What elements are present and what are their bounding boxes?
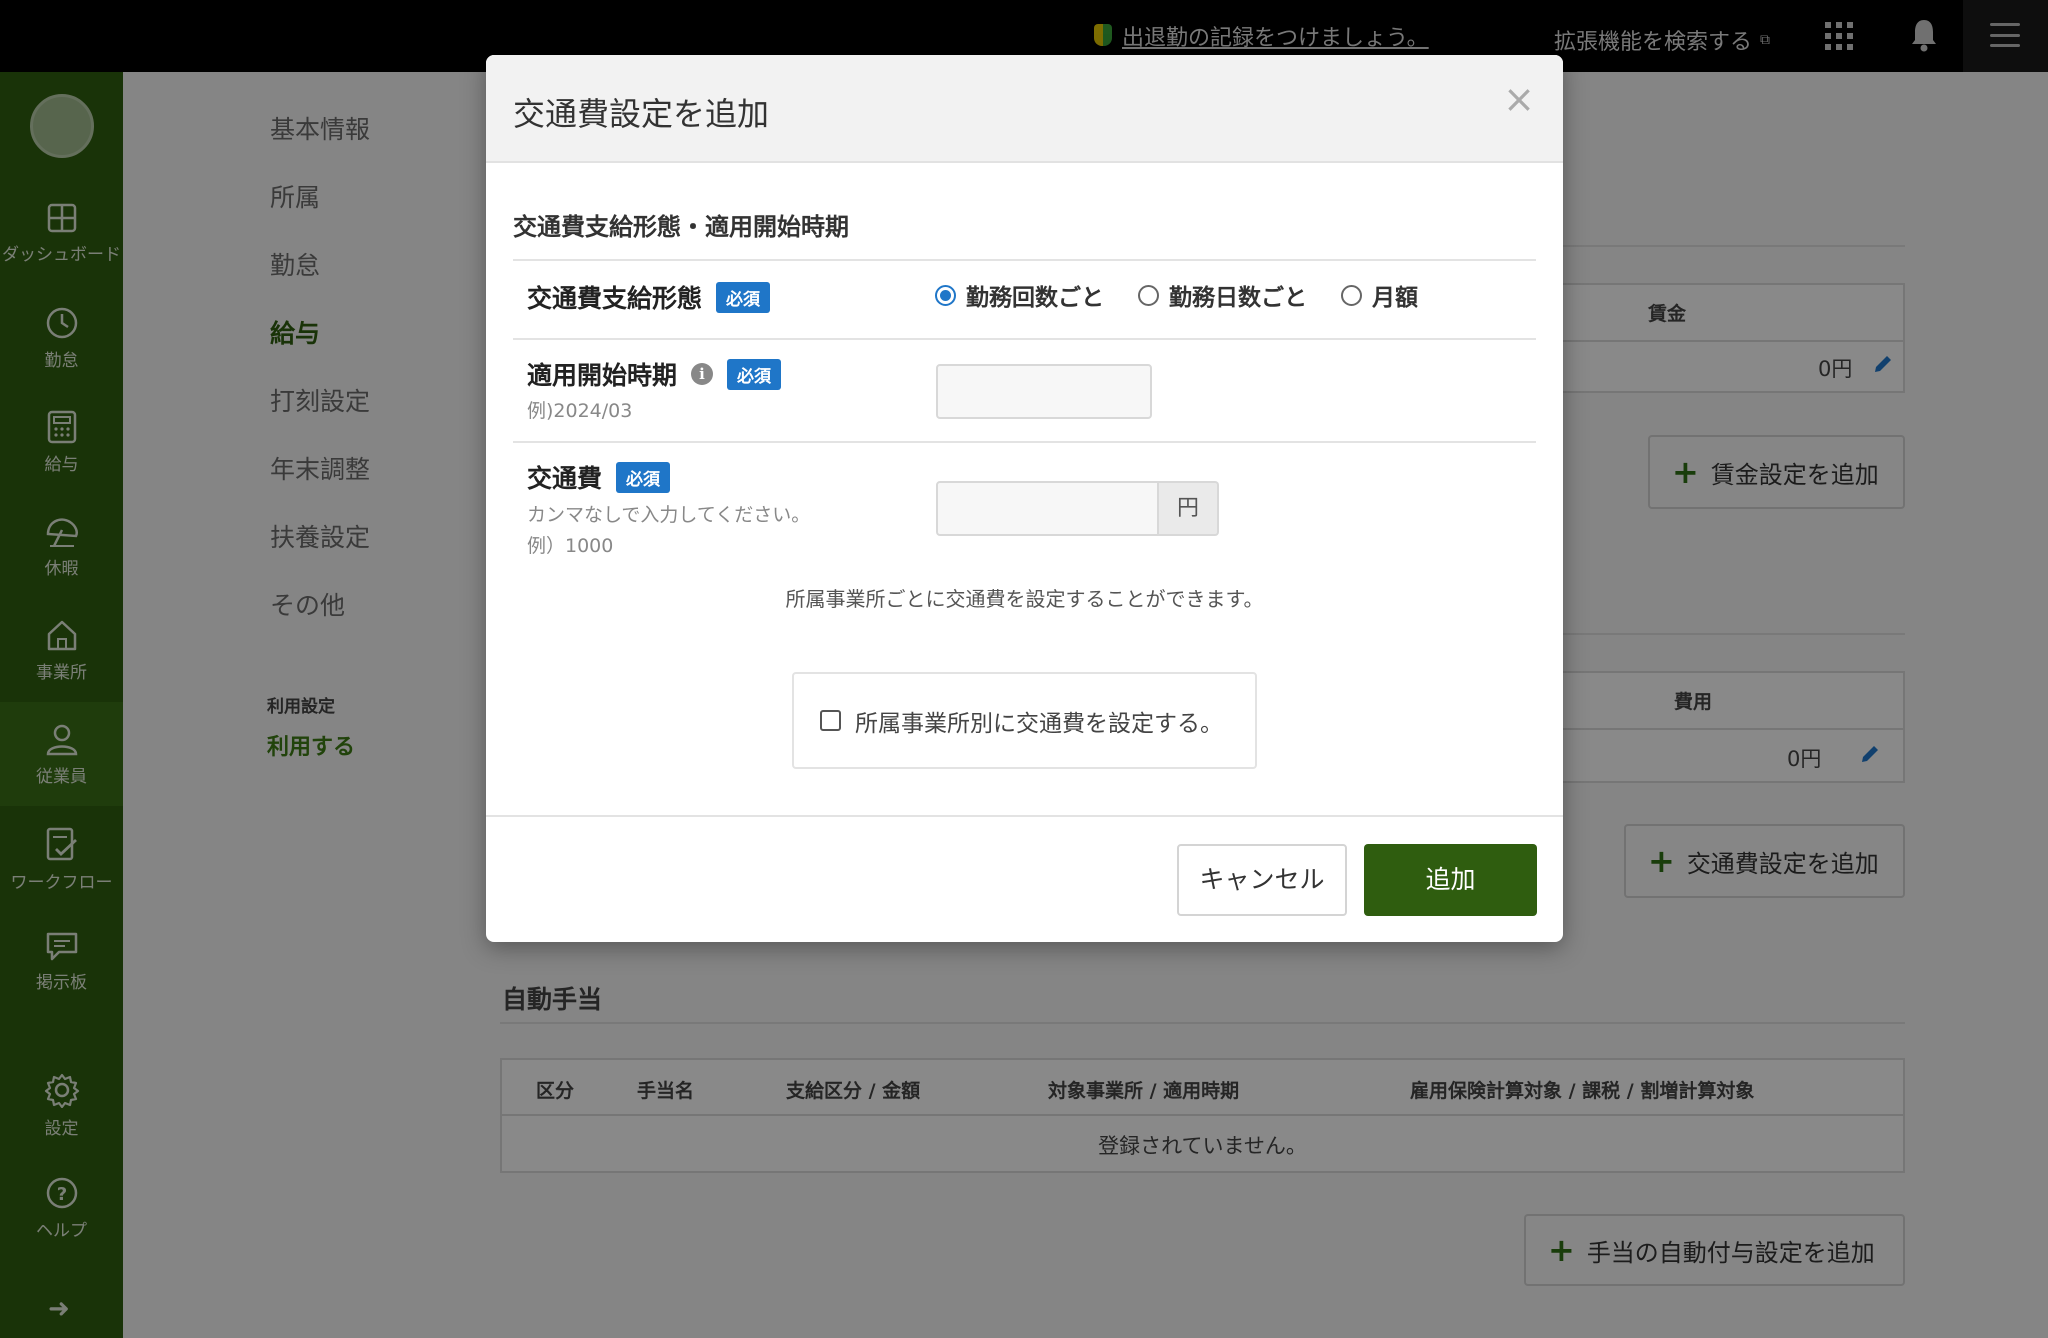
cost-hint-format: カンマなしで入力してください。 [527, 504, 811, 526]
radio-label: 勤務回数ごと [966, 285, 1104, 311]
modal-title: 交通費設定を追加 [513, 95, 770, 133]
radio-button[interactable] [1341, 284, 1362, 306]
start-period-input[interactable] [936, 364, 1152, 419]
required-badge: 必須 [716, 281, 771, 313]
radio-label: 勤務日数ごと [1169, 285, 1307, 311]
required-badge: 必須 [727, 358, 782, 390]
payment-type-radio-group: 勤務回数ごと 勤務日数ごと 月額 [935, 278, 1418, 312]
cost-hint-example: 例）1000 [527, 535, 614, 557]
office-note: 所属事業所ごとに交通費を設定することができます。 [785, 587, 1264, 611]
cancel-button[interactable]: キャンセル [1177, 844, 1347, 916]
yen-unit: 円 [1159, 481, 1219, 536]
cost-label-text: 交通費 [527, 464, 603, 493]
radio-per-workday[interactable]: 勤務日数ごと [1138, 278, 1307, 312]
payment-type-label-text: 交通費支給形態 [527, 284, 703, 313]
start-period-label-text: 適用開始時期 [527, 361, 678, 390]
office-specific-checkbox-row[interactable]: 所属事業所別に交通費を設定する。 [792, 672, 1257, 769]
checkbox-label: 所属事業所別に交通費を設定する。 [855, 710, 1223, 737]
info-icon[interactable]: i [691, 363, 714, 385]
radio-label: 月額 [1372, 285, 1418, 311]
radio-per-shift[interactable]: 勤務回数ごと [935, 278, 1104, 312]
radio-monthly[interactable]: 月額 [1341, 278, 1418, 312]
close-icon[interactable]: × [1503, 77, 1535, 121]
divider [513, 441, 1536, 443]
radio-button-checked[interactable] [935, 284, 956, 306]
cost-input[interactable] [936, 481, 1159, 536]
divider [513, 338, 1536, 340]
radio-button[interactable] [1138, 284, 1159, 306]
start-period-label: 適用開始時期 i 必須 [527, 356, 782, 392]
add-button[interactable]: 追加 [1364, 844, 1537, 916]
modal-header: 交通費設定を追加 × [486, 55, 1563, 163]
modal-footer: キャンセル 追加 [486, 815, 1563, 942]
start-period-hint: 例)2024/03 [527, 400, 633, 422]
payment-type-label: 交通費支給形態 必須 [527, 279, 771, 315]
required-badge: 必須 [616, 461, 671, 493]
office-specific-checkbox[interactable] [820, 710, 841, 731]
cost-label: 交通費 必須 [527, 459, 671, 495]
add-transport-modal: 交通費設定を追加 × 交通費支給形態・適用開始時期 交通費支給形態 必須 勤務回… [486, 55, 1563, 942]
section-heading: 交通費支給形態・適用開始時期 [513, 213, 849, 241]
divider [513, 259, 1536, 261]
